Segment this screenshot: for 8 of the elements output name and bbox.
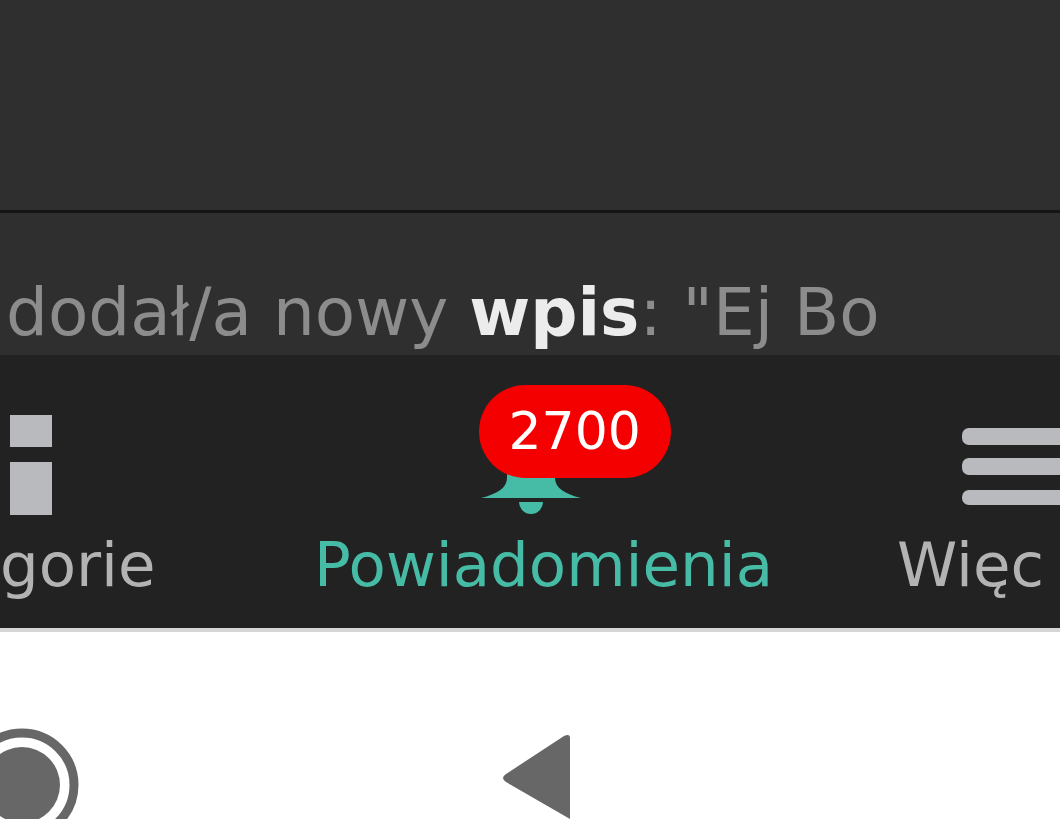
grid-icon: [10, 415, 52, 515]
notification-text: dodał/a nowy wpis: "Ej Bo: [5, 273, 881, 353]
menu-icon: [962, 428, 1060, 508]
nav-tab[interactable]: Więc: [897, 355, 1060, 628]
count-badge: 2700: [478, 385, 671, 478]
nav-tab[interactable]: Powiadomienia 2700: [190, 355, 897, 628]
nav-tab[interactable]: gorie: [0, 355, 190, 628]
home-icon[interactable]: [0, 727, 80, 819]
